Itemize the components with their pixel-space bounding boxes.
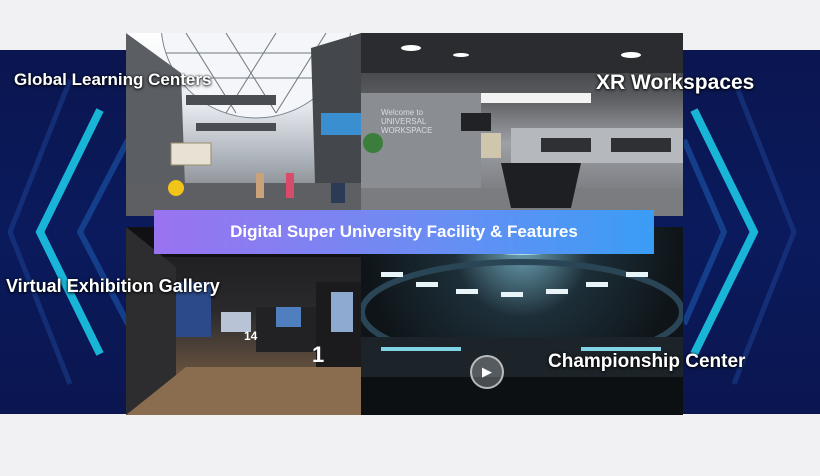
label-championship-center: Championship Center bbox=[548, 351, 746, 372]
wall-sign: Welcome to UNIVERSAL WORKSPACE bbox=[381, 108, 433, 135]
gallery-number-14: 14 bbox=[244, 329, 258, 343]
play-icon: ▶ bbox=[482, 364, 492, 379]
xr-workspace-image: Welcome to UNIVERSAL WORKSPACE bbox=[361, 33, 683, 216]
gallery-number-1: 1 bbox=[312, 342, 325, 367]
atrium-scene bbox=[126, 33, 361, 216]
championship-center-image bbox=[361, 227, 683, 415]
exhibition-gallery-image: 14 1 bbox=[126, 227, 361, 415]
label-global-learning-centers: Global Learning Centers bbox=[14, 70, 212, 89]
banner-title: Digital Super University Facility & Feat… bbox=[230, 222, 578, 241]
arena-scene bbox=[361, 227, 683, 415]
chevron-decoration-icon bbox=[7, 79, 130, 385]
title-banner: Digital Super University Facility & Feat… bbox=[154, 210, 654, 254]
label-virtual-exhibition-gallery: Virtual Exhibition Gallery bbox=[6, 276, 220, 296]
learning-center-image bbox=[126, 33, 361, 216]
play-button[interactable]: ▶ bbox=[470, 355, 504, 389]
label-xr-workspaces: XR Workspaces bbox=[596, 71, 755, 94]
gallery-scene bbox=[126, 227, 361, 415]
